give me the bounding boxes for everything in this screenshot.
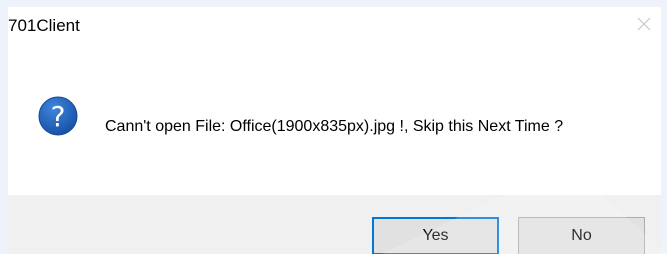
close-icon <box>637 17 651 31</box>
no-button[interactable]: No <box>518 217 645 254</box>
question-icon: ? <box>38 96 78 136</box>
message-dialog: 701Client ? Cann't open File: Office(190… <box>8 7 661 254</box>
svg-text:?: ? <box>51 100 66 133</box>
button-bar: Yes No <box>8 195 661 254</box>
window-title: 701Client <box>8 16 80 35</box>
dialog-message: Cann't open File: Office(1900x835px).jpg… <box>105 118 564 135</box>
dialog-content: ? Cann't open File: Office(1900x835px).j… <box>8 43 661 195</box>
yes-button[interactable]: Yes <box>372 217 499 254</box>
close-button[interactable] <box>627 7 661 41</box>
title-bar: 701Client <box>8 7 661 43</box>
